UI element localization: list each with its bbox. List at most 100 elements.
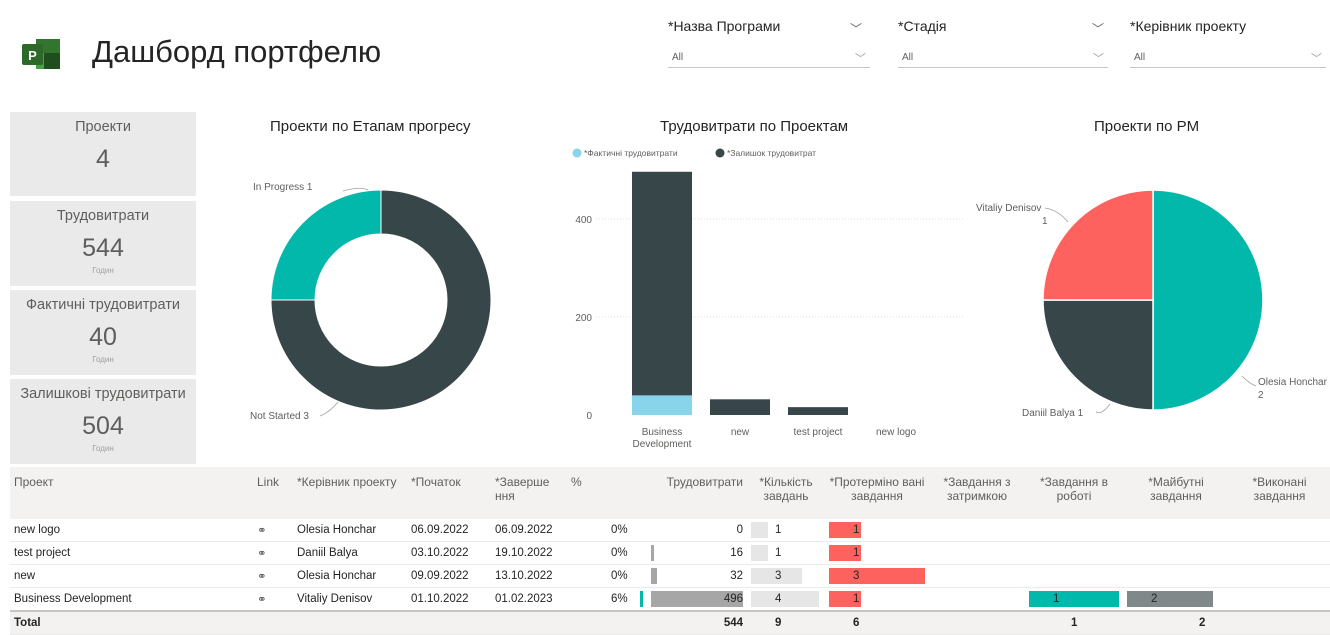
leader-line — [1241, 375, 1257, 387]
column-header[interactable]: *Завдання в роботі — [1025, 467, 1123, 519]
pie-label: Olesia Honchar — [1258, 377, 1328, 388]
work-cell: 0 — [647, 519, 747, 542]
data-bar — [651, 568, 657, 584]
filter-stage-label: *Стадія — [898, 18, 947, 34]
delayed-cell — [929, 519, 1025, 542]
delayed-cell — [929, 541, 1025, 565]
table-row[interactable]: new ⚭ Olesia Honchar 09.09.2022 13.10.2022 0%… — [10, 564, 1330, 588]
chevron-down-icon[interactable]: ﹀ — [850, 20, 862, 37]
stacked-bar-chart[interactable]: *Фактичні трудовитрати *Залишок трудовитр… — [560, 140, 970, 460]
done-cell — [1229, 541, 1330, 565]
column-header[interactable]: Link — [253, 467, 293, 519]
chevron-down-icon: ﹀ — [1093, 53, 1104, 65]
column-header[interactable]: Проект — [10, 467, 253, 519]
column-header[interactable]: *Протерміно вані завдання — [825, 467, 929, 519]
tasks-cell: 4 — [747, 587, 825, 612]
table-row[interactable]: Business Development ⚭ Vitaliy Denisov 01.1… — [10, 587, 1330, 612]
pie-label: 2 — [1258, 390, 1264, 401]
link-cell: ⚭ — [253, 541, 293, 565]
column-header[interactable]: *Завдання з затримкою — [929, 467, 1025, 519]
overdue-cell: 1 — [825, 541, 929, 565]
card-projects: Проекти 4 — [10, 112, 196, 196]
cell-value: 1 — [853, 524, 860, 536]
pie-chart[interactable]: Vitaliy Denisov1 Olesia Honchar 2 Daniil Ba… — [970, 140, 1330, 460]
project-name-cell: new logo — [10, 519, 253, 542]
inprogress-cell — [1025, 519, 1123, 542]
column-header[interactable]: *Кількість завдань — [747, 467, 825, 519]
column-header[interactable]: Трудовитрати — [647, 467, 747, 519]
column-header[interactable]: *Виконані завдання — [1229, 467, 1330, 519]
filter-pm-dropdown[interactable]: All ﹀ — [1130, 47, 1326, 68]
done-cell — [1229, 519, 1330, 542]
card-title: Залишкові трудовитрати — [20, 386, 186, 402]
link-icon[interactable]: ⚭ — [257, 525, 267, 537]
future-cell — [1123, 541, 1229, 565]
column-header[interactable]: *Заверше ння — [491, 467, 567, 519]
project-name-cell: test project — [10, 541, 253, 565]
work-cell: 16 — [647, 541, 747, 565]
cell-value: 0 — [736, 524, 743, 536]
leader-line — [319, 401, 339, 417]
column-header[interactable]: *Керівник проекту — [293, 467, 407, 519]
cell-value — [1127, 524, 1151, 536]
cell-value: 1 — [1053, 593, 1060, 605]
table-row[interactable]: new logo ⚭ Olesia Honchar 06.09.2022 06.09.2… — [10, 519, 1330, 542]
pm-cell: Olesia Honchar — [293, 519, 407, 542]
card-value: 4 — [96, 145, 110, 173]
legend-marker — [715, 148, 725, 158]
donut-label: Not Started 3 — [250, 411, 309, 422]
empty-cell — [929, 610, 1025, 635]
empty-cell — [1229, 610, 1330, 635]
future-cell — [1123, 519, 1229, 542]
chart-title-work: Трудовитрати по Проектам — [660, 118, 849, 135]
future-cell — [1123, 564, 1229, 588]
overdue-cell: 1 — [825, 587, 929, 612]
start-date-cell: 01.10.2022 — [407, 587, 491, 612]
done-cell — [1229, 564, 1330, 588]
pie-label: Daniil Balya 1 — [1022, 408, 1084, 419]
y-tick-label: 200 — [575, 313, 592, 324]
y-tick-label: 400 — [575, 215, 592, 226]
donut-slice — [270, 189, 382, 301]
pm-cell: Daniil Balya — [293, 541, 407, 565]
leader-line — [1095, 403, 1111, 414]
end-date-cell: 06.09.2022 — [491, 519, 567, 542]
column-header[interactable]: *Майбутні завдання — [1123, 467, 1229, 519]
bar-segment — [710, 399, 770, 415]
chevron-down-icon: ﹀ — [1311, 53, 1322, 65]
project-name-cell: Business Development — [10, 587, 253, 612]
column-header[interactable]: *Початок — [407, 467, 491, 519]
card-remaining-work: Залишкові трудовитрати 504 Годин — [10, 379, 196, 464]
donut-chart[interactable]: In Progress 1 Not Started 3 — [210, 140, 550, 460]
link-icon[interactable]: ⚭ — [257, 594, 267, 606]
link-icon[interactable]: ⚭ — [257, 548, 267, 560]
pm-cell: Vitaliy Denisov — [293, 587, 407, 612]
inprogress-cell — [1025, 541, 1123, 565]
filter-program-dropdown[interactable]: All ﹀ — [668, 47, 870, 68]
filter-stage-dropdown[interactable]: All ﹀ — [898, 47, 1108, 68]
page-title: Дашборд портфелю — [92, 34, 382, 69]
cell-value — [1029, 547, 1053, 559]
chevron-down-icon[interactable]: ﹀ — [1092, 20, 1104, 37]
cell-value: 3 — [775, 570, 782, 582]
table-row[interactable]: test project ⚭ Daniil Balya 03.10.2022 19.10… — [10, 541, 1330, 565]
empty-cell — [567, 610, 647, 635]
column-header[interactable]: % — [567, 467, 647, 519]
link-icon[interactable]: ⚭ — [257, 571, 267, 583]
data-bar — [651, 545, 654, 561]
leader-line — [1044, 207, 1069, 223]
bar-segment — [788, 407, 848, 415]
card-actual-work: Фактичні трудовитрати 40 Годин — [10, 290, 196, 375]
chart-title-progress: Проекти по Етапам прогресу — [270, 118, 471, 135]
project-logo-icon: P — [22, 39, 60, 69]
cell-value: 3 — [853, 570, 860, 582]
card-title: Проекти — [75, 119, 131, 135]
empty-cell — [293, 610, 407, 635]
link-cell: ⚭ — [253, 519, 293, 542]
cell-value: 2 — [1151, 593, 1158, 605]
card-title: Фактичні трудовитрати — [26, 297, 180, 313]
card-value: 40 — [89, 323, 117, 351]
tasks-cell: 3 — [747, 564, 825, 588]
bar-segment — [632, 395, 692, 415]
done-cell — [1229, 587, 1330, 612]
